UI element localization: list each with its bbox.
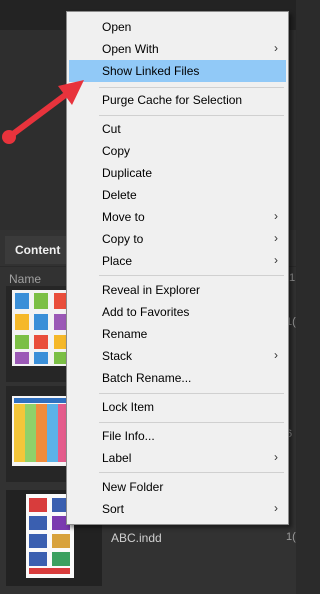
menu-item-label: Sort (102, 502, 125, 516)
menu-item-label: Stack (102, 349, 133, 363)
chevron-right-icon: › (274, 209, 278, 223)
menu-item-sort[interactable]: Sort › (69, 498, 286, 520)
menu-item-copy[interactable]: Copy (69, 140, 286, 162)
menu-item-label: Open (102, 20, 132, 34)
menu-item-label: Add to Favorites (102, 305, 190, 319)
menu-item-lock-item[interactable]: Lock Item (69, 396, 286, 418)
menu-item-copy-to[interactable]: Copy to › (69, 228, 286, 250)
menu-item-open-with[interactable]: Open With › (69, 38, 286, 60)
menu-item-label: Delete (102, 188, 137, 202)
menu-separator (99, 115, 284, 116)
menu-separator (99, 472, 284, 473)
chevron-right-icon: › (274, 231, 278, 245)
menu-item-label: Label (102, 451, 132, 465)
menu-item-label: Lock Item (102, 400, 155, 414)
menu-item-label: Duplicate (102, 166, 153, 180)
menu-item-stack[interactable]: Stack › (69, 345, 286, 367)
menu-item-open[interactable]: Open (69, 16, 286, 38)
menu-item-duplicate[interactable]: Duplicate (69, 162, 286, 184)
file-thumbnail (12, 290, 72, 366)
menu-item-label: Batch Rename... (102, 371, 192, 385)
menu-item-label: Place (102, 254, 133, 268)
menu-item-add-to-favorites[interactable]: Add to Favorites (69, 301, 286, 323)
menu-item-label: Open With (102, 42, 159, 56)
column-header-name[interactable]: Name (9, 272, 41, 286)
chevron-right-icon: › (274, 253, 278, 267)
menu-item-label: Move to (102, 210, 145, 224)
menu-item-rename[interactable]: Rename (69, 323, 286, 345)
file-name[interactable]: ABC.indd (111, 531, 162, 545)
menu-separator (99, 87, 284, 88)
menu-item-label: Cut (102, 122, 121, 136)
menu-item-place[interactable]: Place › (69, 250, 286, 272)
menu-item-label: New Folder (102, 480, 164, 494)
menu-item-label: Purge Cache for Selection (102, 93, 243, 107)
menu-item-label: File Info... (102, 429, 155, 443)
menu-item-file-info[interactable]: File Info... (69, 425, 286, 447)
file-size-value: 1( (286, 531, 296, 543)
chevron-right-icon: › (274, 501, 278, 515)
menu-item-label-submenu[interactable]: Label › (69, 447, 286, 469)
column-header-right-value: 1 (289, 272, 296, 284)
chevron-right-icon: › (274, 450, 278, 464)
menu-item-move-to[interactable]: Move to › (69, 206, 286, 228)
menu-item-cut[interactable]: Cut (69, 118, 286, 140)
context-menu: Open Open With › Show Linked Files Purge… (66, 11, 289, 525)
menu-separator (99, 393, 284, 394)
menu-item-purge-cache[interactable]: Purge Cache for Selection (69, 89, 286, 111)
menu-item-batch-rename[interactable]: Batch Rename... (69, 367, 286, 389)
menu-item-label: Reveal in Explorer (102, 283, 201, 297)
menu-item-label: Show Linked Files (102, 64, 200, 78)
menu-item-label: Copy (102, 144, 131, 158)
menu-separator (99, 422, 284, 423)
chevron-right-icon: › (274, 348, 278, 362)
file-thumbnail (12, 396, 72, 466)
menu-item-new-folder[interactable]: New Folder (69, 476, 286, 498)
chevron-right-icon: › (274, 41, 278, 55)
menu-item-delete[interactable]: Delete (69, 184, 286, 206)
menu-item-label: Copy to (102, 232, 144, 246)
menu-separator (99, 275, 284, 276)
menu-item-reveal-in-explorer[interactable]: Reveal in Explorer (69, 279, 286, 301)
menu-item-show-linked-files[interactable]: Show Linked Files (69, 60, 286, 82)
tab-content[interactable]: Content (5, 236, 67, 264)
menu-item-label: Rename (102, 327, 148, 341)
